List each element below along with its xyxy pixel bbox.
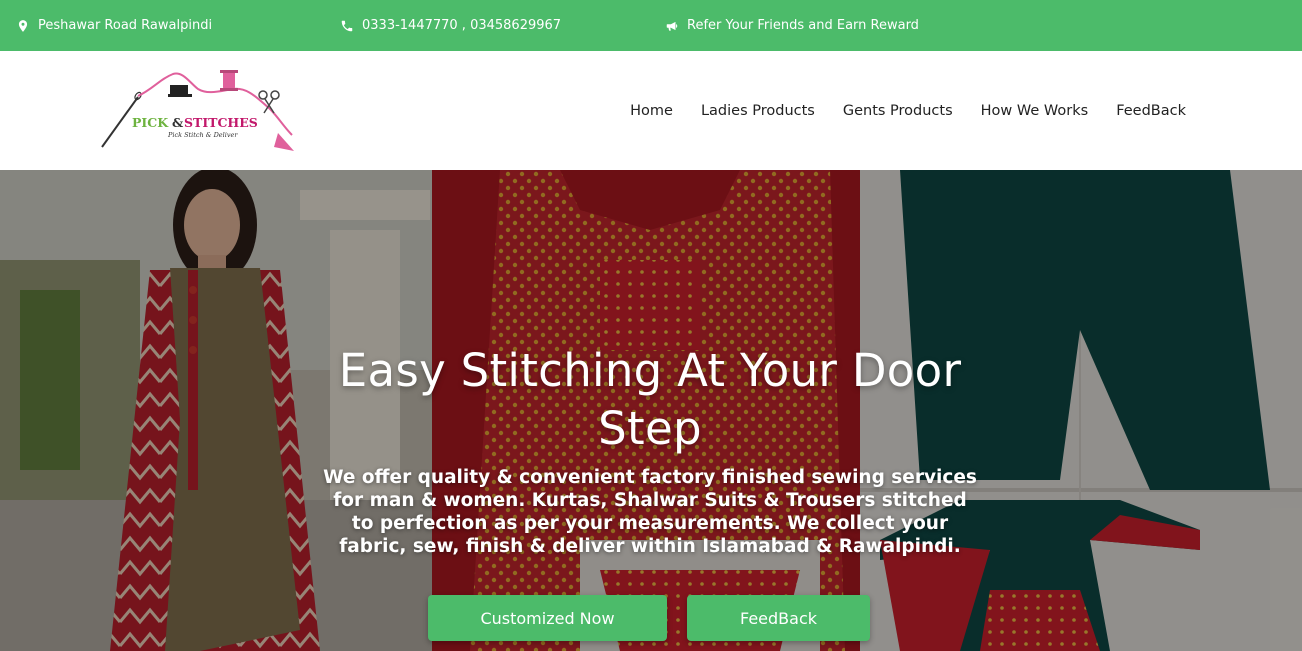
phone-icon	[341, 20, 353, 31]
nav-feedback[interactable]: FeedBack	[1116, 103, 1186, 119]
referral-info[interactable]: Refer Your Friends and Earn Reward	[665, 0, 919, 51]
nav-home[interactable]: Home	[630, 103, 673, 119]
site-logo[interactable]: PICK & STITCHES Pick Stitch & Deliver	[98, 69, 298, 155]
svg-text:Pick Stitch & Deliver: Pick Stitch & Deliver	[167, 131, 238, 139]
site-header: PICK & STITCHES Pick Stitch & Deliver Ho…	[0, 51, 1302, 170]
map-pin-icon	[18, 19, 28, 32]
feedback-button[interactable]: FeedBack	[687, 595, 870, 641]
hero-banner: Easy Stitching At Your Door Step We offe…	[0, 170, 1302, 651]
svg-text:STITCHES: STITCHES	[184, 115, 258, 130]
svg-text:&: &	[172, 115, 184, 130]
phone-info: 0333-1447770 , 03458629967	[340, 0, 561, 51]
nav-how-we-works[interactable]: How We Works	[981, 103, 1089, 119]
main-nav: Home Ladies Products Gents Products How …	[630, 51, 1186, 170]
nav-ladies-products[interactable]: Ladies Products	[701, 103, 815, 119]
phone-text: 0333-1447770 , 03458629967	[362, 18, 562, 33]
svg-text:PICK: PICK	[132, 115, 169, 130]
address-text: Peshawar Road Rawalpindi	[38, 18, 213, 33]
address-info: Peshawar Road Rawalpindi	[16, 0, 212, 51]
referral-text[interactable]: Refer Your Friends and Earn Reward	[687, 18, 919, 33]
customized-now-button[interactable]: Customized Now	[428, 595, 667, 641]
top-info-bar: Peshawar Road Rawalpindi 0333-1447770 , …	[0, 0, 1302, 51]
hero-title: Easy Stitching At Your Door Step	[338, 344, 962, 455]
nav-gents-products[interactable]: Gents Products	[843, 103, 953, 119]
hero-description: We offer quality & convenient factory fi…	[323, 467, 977, 557]
hero-content: Easy Stitching At Your Door Step We offe…	[300, 342, 1000, 558]
megaphone-icon	[666, 21, 678, 31]
